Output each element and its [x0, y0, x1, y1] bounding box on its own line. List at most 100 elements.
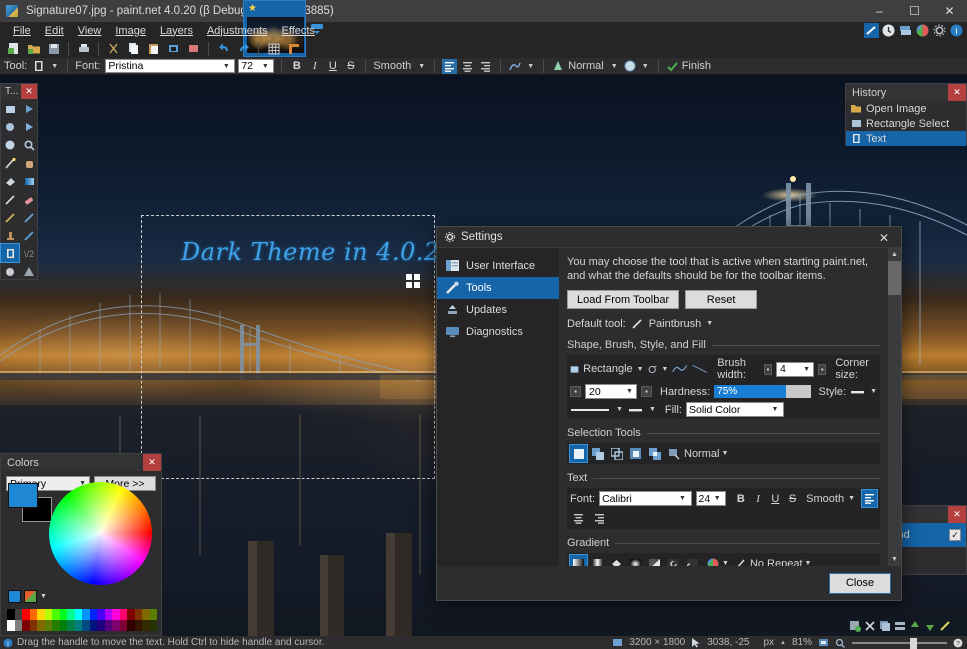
tool-paintbrush[interactable]	[1, 190, 19, 208]
paste-icon[interactable]	[144, 41, 163, 58]
settings-nav-tools[interactable]: Tools	[437, 277, 559, 299]
smoothing-value[interactable]: Smooth	[373, 60, 411, 72]
units-dropdown-icon[interactable]: ▲	[780, 640, 786, 646]
color-palette[interactable]	[7, 609, 157, 631]
selection-intersect-icon[interactable]	[646, 445, 663, 462]
reset-button[interactable]: Reset	[685, 290, 758, 309]
alpha-blending-icon[interactable]	[623, 59, 637, 73]
menu-image[interactable]: Image	[108, 24, 153, 38]
tool-magic-wand[interactable]	[1, 154, 19, 172]
default-tool-value[interactable]: Paintbrush	[649, 318, 702, 330]
selection-replace-icon[interactable]	[569, 444, 588, 463]
smoothing-dropdown-icon[interactable]: ▼	[416, 59, 427, 73]
settings-nav-updates[interactable]: Updates	[437, 299, 559, 321]
chevron-down-icon[interactable]: ▼	[40, 593, 47, 600]
rectangle-shape-icon[interactable]	[570, 363, 579, 376]
colors-window-icon[interactable]	[915, 23, 930, 38]
gradient-spiral-alt-icon[interactable]	[684, 555, 701, 566]
history-window-icon[interactable]	[881, 23, 896, 38]
shape-fill-style-icon[interactable]	[648, 363, 658, 376]
open-icon[interactable]	[24, 41, 43, 58]
zoom-slider[interactable]	[852, 637, 947, 649]
text-tool-icon[interactable]	[32, 59, 46, 73]
colors-panel-close-button[interactable]: ✕	[143, 454, 161, 471]
tool-ellipse-select[interactable]	[1, 136, 19, 154]
tool-text[interactable]	[0, 243, 20, 263]
tool-pencil[interactable]	[1, 208, 19, 226]
history-item-text[interactable]: Text	[846, 131, 966, 146]
grid-icon[interactable]	[264, 41, 283, 58]
corner-size-decrease-button[interactable]: ▪	[570, 386, 581, 397]
corner-size-spinbox[interactable]: 20 ▼	[585, 384, 637, 399]
line-cap-icon[interactable]	[627, 404, 645, 416]
color-wheel[interactable]	[49, 482, 152, 585]
text-align-left-icon[interactable]	[861, 489, 879, 508]
crop-icon[interactable]	[164, 41, 183, 58]
selection-union-icon[interactable]	[589, 445, 606, 462]
cut-icon[interactable]	[104, 41, 123, 58]
scroll-down-button[interactable]: ▼	[888, 553, 901, 566]
text-move-handle[interactable]	[406, 274, 420, 288]
text-align-right-icon[interactable]	[591, 510, 608, 527]
gradient-spiral-icon[interactable]	[665, 555, 682, 566]
menu-view[interactable]: View	[71, 24, 109, 38]
maximize-button[interactable]: ☐	[897, 0, 932, 22]
text-italic-button[interactable]: I	[751, 491, 764, 506]
chevron-down-icon[interactable]: ▼	[661, 366, 668, 373]
move-layer-down-icon[interactable]	[924, 620, 936, 632]
selection-exclude-icon[interactable]	[608, 445, 625, 462]
brush-width-decrease-button[interactable]: ▪	[763, 363, 773, 375]
menu-effects[interactable]: Effects	[275, 24, 322, 38]
menu-adjustments[interactable]: Adjustments	[200, 24, 275, 38]
layers-panel-close-button[interactable]: ✕	[948, 506, 966, 523]
minimize-button[interactable]: –	[862, 0, 897, 22]
chevron-down-icon[interactable]: ▼	[721, 450, 728, 457]
tool-shapes-triangle[interactable]	[20, 262, 38, 280]
chevron-down-icon[interactable]: ▼	[706, 320, 713, 327]
chevron-down-icon[interactable]: ▼	[649, 406, 656, 413]
gradient-linear-reflected-icon[interactable]	[589, 555, 606, 566]
tool-clone-stamp[interactable]	[1, 226, 19, 244]
align-left-button[interactable]	[442, 58, 458, 74]
chevron-down-icon[interactable]: ▼	[870, 388, 877, 395]
gradient-repeat-icon[interactable]	[734, 557, 748, 567]
tools-panel-close-button[interactable]: ✕	[21, 84, 37, 99]
layer-visibility-checkbox[interactable]: ✓	[949, 529, 961, 541]
selection-xor-icon[interactable]	[627, 445, 644, 462]
deselect-icon[interactable]	[184, 41, 203, 58]
antialias-dropdown-icon[interactable]: ▼	[525, 59, 536, 73]
align-right-button[interactable]	[478, 59, 493, 74]
gradient-color-mode-icon[interactable]	[706, 557, 720, 567]
fit-to-window-icon[interactable]	[818, 638, 829, 648]
tool-zoom[interactable]	[20, 136, 38, 154]
text-font-combo[interactable]: Calibri ▼	[599, 491, 692, 506]
help-icon[interactable]: ?	[953, 638, 963, 648]
fill-combo[interactable]: Solid Color ▼	[685, 402, 784, 417]
corner-size-increase-button[interactable]: ▪	[641, 386, 652, 397]
menu-edit[interactable]: Edit	[38, 24, 71, 38]
delete-layer-icon[interactable]	[864, 620, 876, 632]
undo-icon[interactable]	[214, 41, 233, 58]
tool-move-selection[interactable]	[20, 118, 38, 136]
history-item-open-image[interactable]: Open Image	[846, 101, 966, 116]
primary-color-swatch[interactable]	[8, 483, 38, 508]
recent-color-swatch[interactable]	[8, 590, 21, 603]
text-bold-button[interactable]: B	[734, 491, 747, 506]
tool-move-selected[interactable]	[20, 100, 38, 118]
settings-close-button[interactable]: Close	[829, 572, 891, 594]
finish-button[interactable]: Finish	[682, 60, 711, 72]
text-size-combo[interactable]: 24 ▼	[695, 491, 727, 506]
settings-dialog-close-icon[interactable]: ✕	[867, 227, 901, 248]
add-layer-icon[interactable]	[849, 620, 861, 632]
layer-properties-icon[interactable]	[939, 620, 951, 632]
shape-value[interactable]: Rectangle	[583, 363, 633, 375]
hardness-slider[interactable]: 75%	[714, 385, 811, 398]
gradient-linear-icon[interactable]	[569, 554, 588, 566]
bold-button[interactable]: B	[289, 59, 304, 74]
gradient-repeat-value[interactable]: No Repeat	[750, 558, 803, 567]
tool-dropdown-icon[interactable]: ▼	[49, 59, 60, 73]
selection-mode-icon[interactable]	[665, 445, 682, 462]
gradient-radial-icon[interactable]	[627, 555, 644, 566]
tool-shapes[interactable]	[1, 262, 19, 280]
align-center-button[interactable]	[460, 59, 475, 74]
